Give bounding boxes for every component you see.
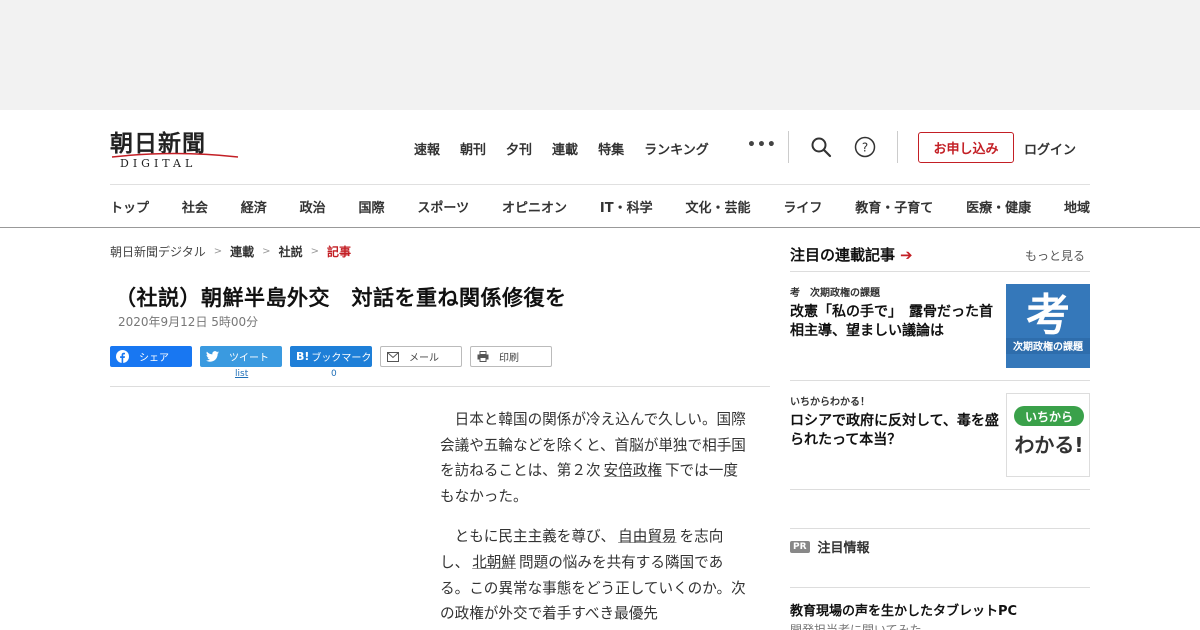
keyword-link[interactable]: 安倍政権 [604,462,662,479]
sidebar-article-title[interactable]: 改憲「私の手で」 露骨だった首相主導、望ましい議論は [790,303,1002,341]
sidebar-more-link[interactable]: もっと見る [1025,247,1085,264]
hatena-count: 0 [331,369,337,379]
cat-opinion[interactable]: オピニオン [502,197,567,216]
more-menu-icon[interactable]: ••• [747,137,777,153]
cat-it-science[interactable]: IT・科学 [600,197,653,216]
pr-section-header: PR 注目情報 [790,537,870,556]
header-divider [897,131,898,163]
breadcrumb-current: 記事 [326,245,351,259]
top-nav-yukan[interactable]: 夕刊 [506,139,532,158]
top-nav-ranking[interactable]: ランキング [644,139,709,158]
print-button[interactable]: 印刷 [470,346,552,367]
cat-international[interactable]: 国際 [359,197,385,216]
breadcrumb-separator: > [310,246,319,257]
ad-banner-area [0,0,1200,110]
svg-text:?: ? [862,141,868,155]
search-icon[interactable] [810,136,832,158]
sidebar-divider [790,489,1090,490]
pr-article-title[interactable]: 教育現場の声を生かしたタブレットPC [790,600,1017,619]
thumbnail-caption: 次期政権の課題 [1013,340,1084,353]
share-bar: シェア ツイート B! ブックマーク メール 印刷 list 0 [110,346,570,386]
article-date: 2020年9月12日 5時00分 [118,315,259,329]
facebook-icon [116,350,129,363]
breadcrumb-separator: > [213,246,223,257]
top-nav-tokushu[interactable]: 特集 [598,139,624,158]
sidebar-article[interactable]: いちからわかる！ ロシアで政府に反対して、毒を盛られたって本当？ いちから わか… [790,393,1090,477]
header-separator [110,184,1090,185]
twitter-share-label: ツイート [229,353,269,364]
cat-health[interactable]: 医療・健康 [966,197,1031,216]
sidebar-divider [790,271,1090,272]
thumbnail-top-text: いちから [1025,410,1073,424]
arrow-right-icon: ➔ [900,245,913,264]
sidebar-heading-text: 注目の連載記事 [790,246,896,264]
mail-share-label: メール [409,353,439,364]
print-icon [477,351,489,362]
mail-icon [387,351,399,362]
header-divider [788,131,789,163]
cat-life[interactable]: ライフ [783,197,822,216]
hatena-bookmark-button[interactable]: B! ブックマーク [290,346,372,367]
article-paragraph: 日本と韓国の関係が冷え込んで久しい。国際会議や五輪などを除くと、首脳が単独で相手… [440,407,746,509]
top-nav: 速報 朝刊 夕刊 連載 特集 ランキング [414,139,729,158]
subscribe-button[interactable]: お申し込み [918,132,1014,163]
sidebar-divider [790,587,1090,588]
twitter-count[interactable]: list [235,369,248,379]
pr-section-label: 注目情報 [817,541,870,556]
login-link[interactable]: ログイン [1024,139,1076,158]
logo-sub: DIGITAL [120,157,197,170]
site-header: 朝日新聞 DIGITAL 速報 朝刊 夕刊 連載 特集 ランキング ••• ? … [0,110,1200,228]
sidebar-heading[interactable]: 注目の連載記事 ➔ [790,244,913,265]
breadcrumb-serial[interactable]: 連載 [230,243,254,260]
share-divider [110,386,770,387]
top-nav-rensai[interactable]: 連載 [552,139,578,158]
breadcrumb-home[interactable]: 朝日新聞デジタル [110,243,206,260]
breadcrumb: 朝日新聞デジタル > 連載 > 社説 > 記事 [110,243,351,260]
twitter-share-button[interactable]: ツイート [200,346,282,367]
category-nav: トップ 社会 経済 政治 国際 スポーツ オピニオン IT・科学 文化・芸能 ラ… [110,197,1090,216]
breadcrumb-separator: > [262,246,271,257]
cat-culture[interactable]: 文化・芸能 [685,197,750,216]
cat-top[interactable]: トップ [110,197,149,216]
help-icon[interactable]: ? [854,136,876,158]
sidebar-thumbnail[interactable]: 考 次期政権の課題 [1006,284,1090,368]
cat-sports[interactable]: スポーツ [417,197,469,216]
thumbnail-main-text: わかる! [1014,433,1083,457]
top-nav-choukan[interactable]: 朝刊 [460,139,486,158]
cat-economy[interactable]: 経済 [241,197,267,216]
pr-badge: PR [790,540,810,553]
paragraph-text: ともに民主主義を尊び、 [454,528,616,546]
sidebar-article[interactable]: 考 次期政権の課題 改憲「私の手で」 露骨だった首相主導、望ましい議論は 考 次… [790,284,1090,368]
sidebar-thumbnail[interactable]: いちから わかる! [1006,393,1090,477]
keyword-link[interactable]: 北朝鮮 [472,554,516,571]
pr-article-subtitle: 開発担当者に聞いてみた [790,623,922,630]
print-label: 印刷 [499,353,519,364]
facebook-share-label: シェア [139,353,169,364]
cat-education[interactable]: 教育・子育て [855,197,933,216]
mail-share-button[interactable]: メール [380,346,462,367]
sidebar-divider [790,528,1090,529]
keyword-link[interactable]: 自由貿易 [618,528,676,545]
cat-region[interactable]: 地域 [1064,197,1090,216]
sidebar-divider [790,380,1090,381]
thumbnail-kou-char: 考 [1026,290,1070,341]
cat-society[interactable]: 社会 [182,197,208,216]
sidebar-article-title[interactable]: ロシアで政府に反対して、毒を盛られたって本当？ [790,412,1002,450]
thumbnail-kou-graphic: 考 次期政権の課題 [1006,284,1090,368]
twitter-icon [206,351,219,362]
facebook-share-button[interactable]: シェア [110,346,192,367]
site-logo[interactable]: 朝日新聞 DIGITAL [110,124,240,170]
top-nav-sokuho[interactable]: 速報 [414,139,440,158]
cat-politics[interactable]: 政治 [300,197,326,216]
article-body: 日本と韓国の関係が冷え込んで久しい。国際会議や五輪などを除くと、首脳が単独で相手… [440,407,746,630]
hatena-icon: B! [296,350,310,363]
thumbnail-wakaru-graphic: いちから わかる! [1007,394,1089,476]
breadcrumb-editorial[interactable]: 社説 [279,243,303,260]
article-title: （社説）朝鮮半島外交 対話を重ね関係修復を [115,286,567,310]
hatena-label: ブックマーク [311,353,372,364]
article-paragraph: ともに民主主義を尊び、 自由貿易 を志向し、 北朝鮮 問題の悩みを共有する隣国である。こ… [440,524,746,626]
